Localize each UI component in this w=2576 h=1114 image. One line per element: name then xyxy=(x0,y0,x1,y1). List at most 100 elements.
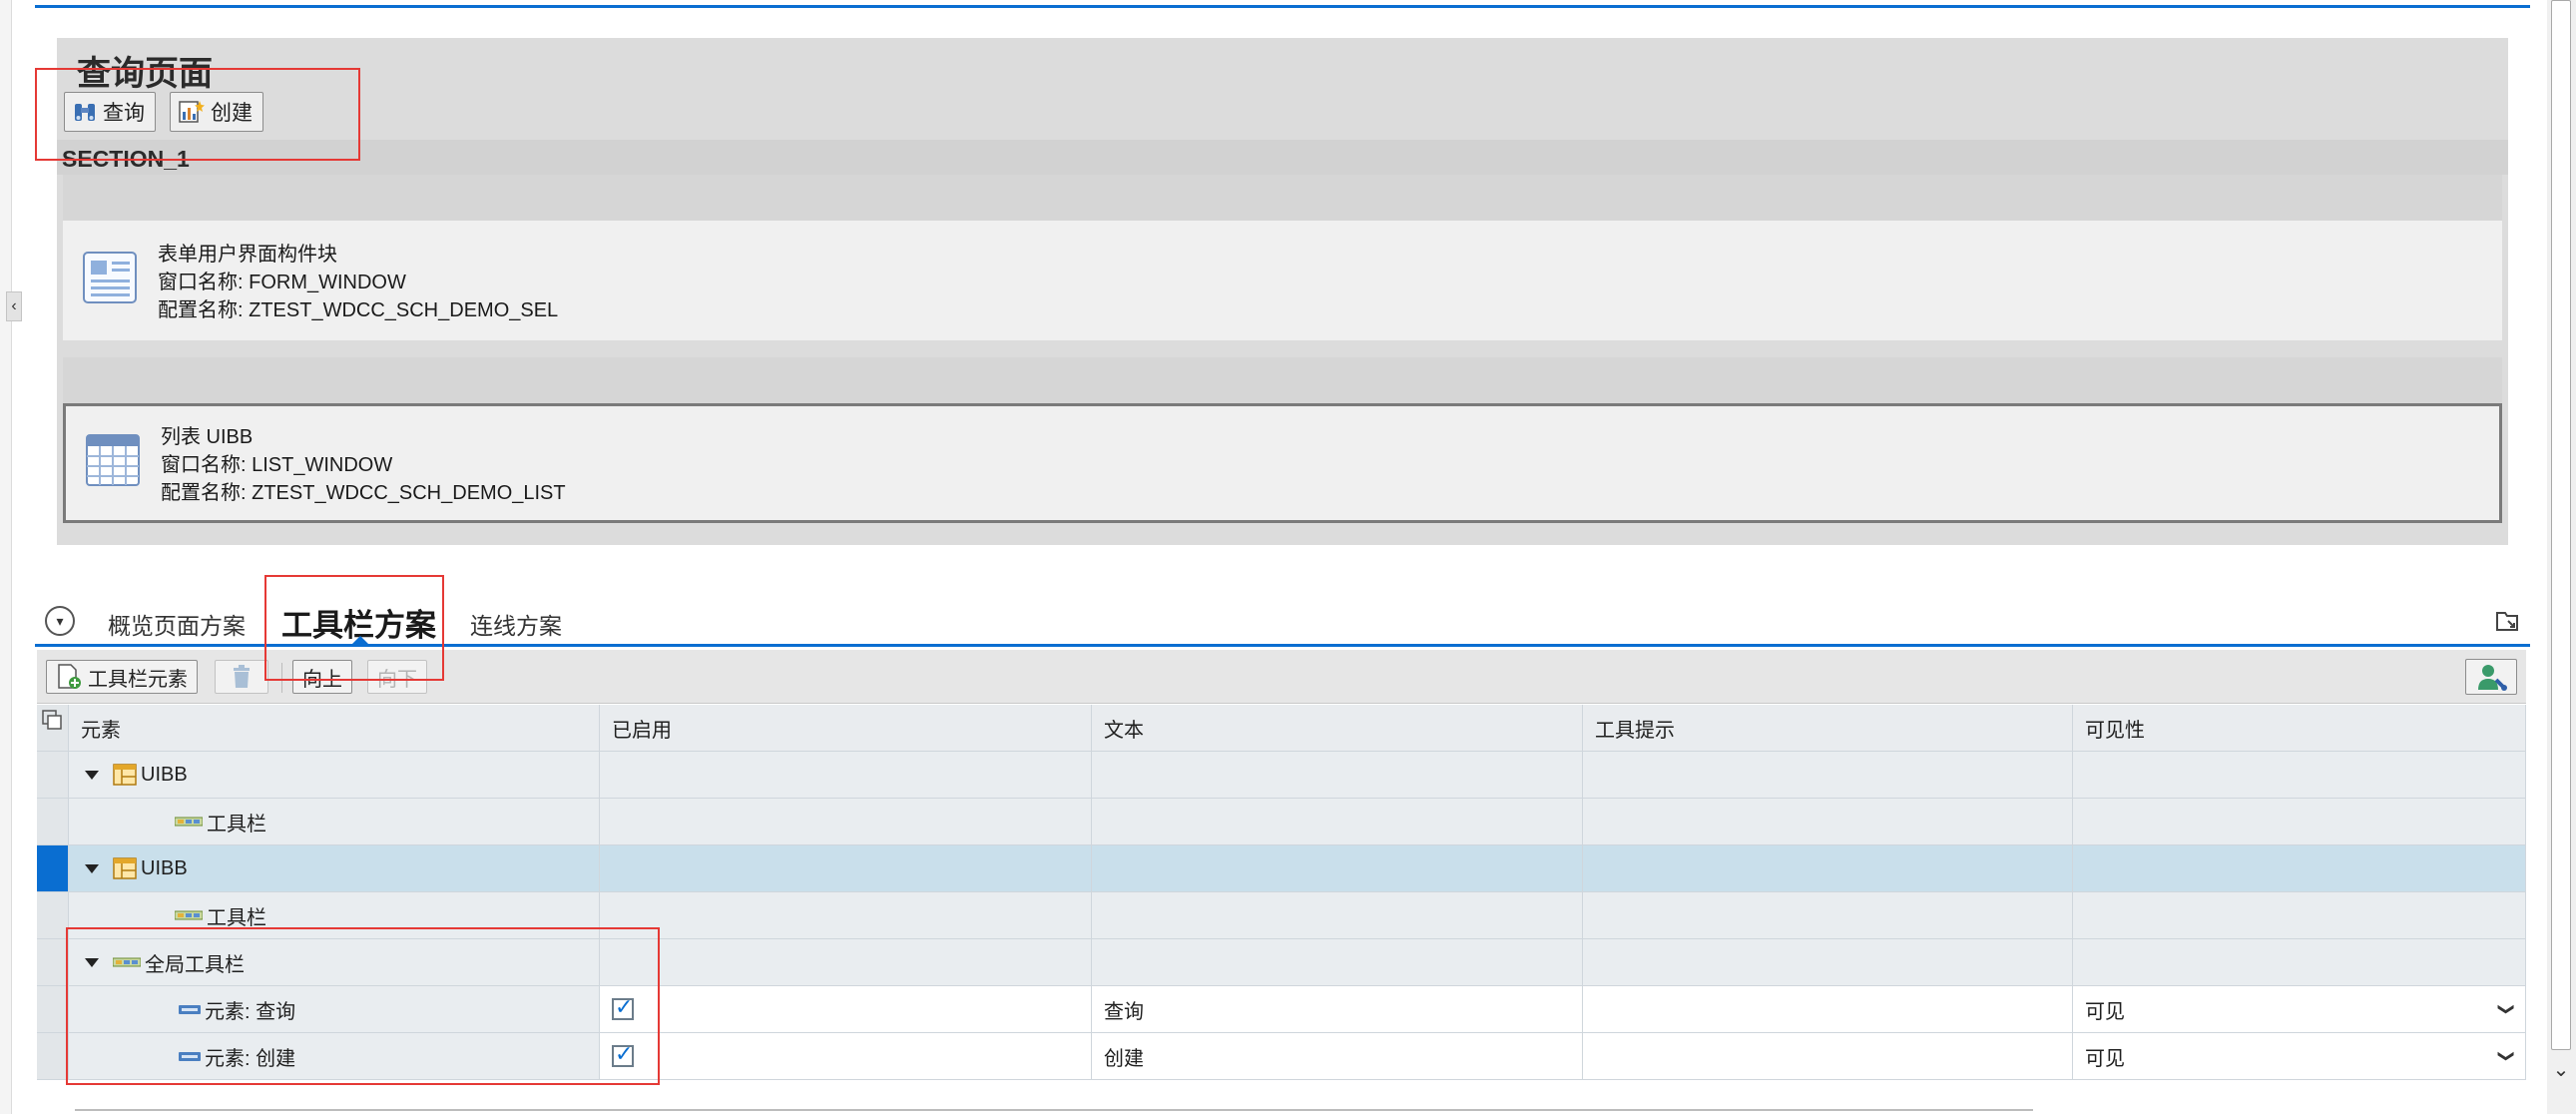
chevron-down-icon[interactable]: ❯ xyxy=(2496,1002,2516,1015)
collapse-panel-toggle[interactable]: ▾ xyxy=(45,606,75,636)
visibility-dropdown[interactable]: 可见 ❯ xyxy=(2073,1033,2526,1079)
visibility-cell xyxy=(2073,845,2526,891)
toolbar-icon xyxy=(175,910,203,920)
tooltip-input[interactable] xyxy=(1583,986,2073,1032)
move-down-button[interactable]: 向下 xyxy=(367,660,427,694)
tooltip-cell xyxy=(1583,752,2073,798)
uibb-form-type: 表单用户界面构件块 xyxy=(158,244,337,266)
element-label: 元素: 创建 xyxy=(205,1047,296,1070)
element-cell: 工具栏 xyxy=(69,799,600,844)
section-label: SECTION_1 xyxy=(62,146,190,172)
text-cell xyxy=(1092,799,1583,844)
expand-arrow-icon[interactable] xyxy=(85,770,99,780)
table-row[interactable]: 工具栏 xyxy=(37,799,2526,845)
text-cell xyxy=(1092,939,1583,985)
element-label: 全局工具栏 xyxy=(145,953,245,976)
element-label: 工具栏 xyxy=(207,813,266,836)
visibility-value: 可见 xyxy=(2085,1000,2125,1023)
table-row[interactable]: 元素: 查询 ✓ 查询 可见 ❯ xyxy=(37,986,2526,1033)
scroll-down-arrow-icon[interactable]: ⌄ xyxy=(2551,1058,2571,1082)
element-label: UIBB xyxy=(141,856,188,879)
column-header-tooltip[interactable]: 工具提示 xyxy=(1583,705,2073,751)
row-selector[interactable] xyxy=(37,986,69,1032)
visibility-cell xyxy=(2073,939,2526,985)
enabled-cell: ✓ xyxy=(600,1033,1092,1079)
preview-create-button[interactable]: 创建 xyxy=(170,92,263,132)
enabled-cell xyxy=(600,799,1092,844)
row-selector[interactable] xyxy=(37,752,69,798)
toolbar-separator xyxy=(281,663,282,693)
table-header-row: 元素 已启用 文本 工具提示 可见性 xyxy=(37,705,2526,752)
table-row-selected[interactable]: UIBB xyxy=(37,845,2526,892)
tabs-underline xyxy=(35,644,2530,647)
table-row[interactable]: 工具栏 xyxy=(37,892,2526,939)
row-selector[interactable] xyxy=(37,892,69,938)
text-input[interactable]: 创建 xyxy=(1092,1033,1583,1079)
maximize-icon[interactable] xyxy=(2495,609,2519,633)
tooltip-cell xyxy=(1583,892,2073,938)
column-header-element[interactable]: 元素 xyxy=(69,705,600,751)
collapse-panel-handle[interactable]: ‹ xyxy=(6,291,22,321)
table-row[interactable]: UIBB xyxy=(37,752,2526,799)
toolbar-icon xyxy=(113,957,141,967)
add-toolbar-element-button[interactable]: 工具栏元素 xyxy=(46,660,198,694)
scrollbar-thumb[interactable] xyxy=(2551,0,2571,1050)
text-input[interactable]: 查询 xyxy=(1092,986,1583,1032)
form-icon xyxy=(83,252,137,303)
column-header-text[interactable]: 文本 xyxy=(1092,705,1583,751)
uibb-form-card[interactable]: 表单用户界面构件块 窗口名称: FORM_WINDOW 配置名称: ZTEST_… xyxy=(63,221,2502,340)
visibility-value: 可见 xyxy=(2085,1047,2125,1070)
tooltip-input[interactable] xyxy=(1583,1033,2073,1079)
tooltip-cell xyxy=(1583,799,2073,844)
add-toolbar-element-label: 工具栏元素 xyxy=(88,668,188,691)
uibb-list-card[interactable]: 列表 UIBB 窗口名称: LIST_WINDOW 配置名称: ZTEST_WD… xyxy=(63,403,2502,523)
element-cell: UIBB xyxy=(69,845,600,891)
move-up-button[interactable]: 向上 xyxy=(292,660,352,694)
uibb-icon xyxy=(113,857,137,879)
tab-overview-page-schema[interactable]: 概览页面方案 xyxy=(108,607,246,641)
preview-top-border xyxy=(35,5,2530,8)
uibb-list-window: 窗口名称: LIST_WINDOW xyxy=(161,454,393,476)
checkmark-icon: ✓ xyxy=(615,1041,634,1066)
expand-arrow-icon[interactable] xyxy=(85,957,99,967)
enabled-checkbox[interactable]: ✓ xyxy=(612,994,634,1020)
tooltip-cell xyxy=(1583,845,2073,891)
enabled-cell: ✓ xyxy=(600,986,1092,1032)
delete-button[interactable] xyxy=(215,660,268,694)
trash-icon xyxy=(234,665,250,688)
element-cell: 工具栏 xyxy=(69,892,600,938)
personalize-button[interactable] xyxy=(2465,659,2517,695)
visibility-dropdown[interactable]: 可见 ❯ xyxy=(2073,986,2526,1032)
toolbar-icon xyxy=(175,817,203,827)
chart-create-icon xyxy=(179,101,205,123)
chevron-down-icon[interactable]: ❯ xyxy=(2496,1049,2516,1062)
element-cell: 全局工具栏 xyxy=(69,939,600,985)
page-title: 查询页面 xyxy=(77,55,213,93)
preview-search-button[interactable]: 查询 xyxy=(64,92,156,132)
element-cell: 元素: 查询 xyxy=(69,986,600,1032)
column-header-visibility[interactable]: 可见性 xyxy=(2073,705,2526,751)
uibb-spacer xyxy=(63,175,2502,221)
row-selector[interactable] xyxy=(37,939,69,985)
enabled-checkbox[interactable]: ✓ xyxy=(612,1041,634,1067)
row-selector[interactable] xyxy=(37,1033,69,1079)
tooltip-cell xyxy=(1583,939,2073,985)
user-settings-icon xyxy=(2478,665,2507,691)
element-label: UIBB xyxy=(141,763,188,786)
uibb-form-window: 窗口名称: FORM_WINDOW xyxy=(158,272,406,293)
tab-wiring-schema[interactable]: 连线方案 xyxy=(470,607,562,641)
table-row[interactable]: 全局工具栏 xyxy=(37,939,2526,986)
table-row[interactable]: 元素: 创建 ✓ 创建 可见 ❯ xyxy=(37,1033,2526,1080)
uibb-list-type: 列表 UIBB xyxy=(161,426,254,448)
expand-arrow-icon[interactable] xyxy=(85,863,99,873)
row-selector[interactable] xyxy=(37,799,69,844)
enabled-cell xyxy=(600,939,1092,985)
column-header-enabled[interactable]: 已启用 xyxy=(600,705,1092,751)
row-selector[interactable] xyxy=(37,845,69,891)
section-header-band xyxy=(57,140,2508,175)
select-all-icon xyxy=(42,710,62,730)
enabled-cell xyxy=(600,845,1092,891)
select-all-cell[interactable] xyxy=(37,705,69,751)
button-element-icon xyxy=(179,1052,201,1061)
add-element-icon xyxy=(58,664,81,689)
